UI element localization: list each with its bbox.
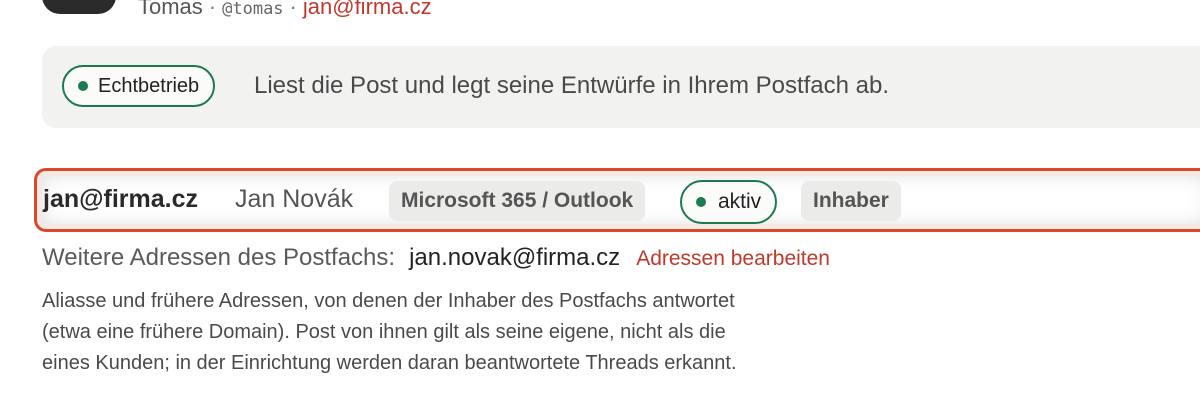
additional-addresses-label: Weitere Adressen des Postfachs:: [42, 244, 396, 271]
provider-chip: Microsoft 365 / Outlook: [389, 181, 646, 221]
mailbox-row[interactable]: jan@firma.cz Jan Novák Microsoft 365 / O…: [34, 168, 1200, 232]
mode-badge-label: Echtbetrieb: [98, 74, 200, 97]
mode-description: Liest die Post und legt seine Entwürfe i…: [254, 72, 890, 99]
edit-addresses-link[interactable]: Adressen bearbeiten: [636, 247, 830, 271]
profile-handle: @tomas: [222, 0, 284, 19]
addresses-help-text: Aliasse und frühere Adressen, von denen …: [42, 290, 737, 374]
mailbox-address: jan@firma.cz: [43, 185, 198, 213]
mode-banner: Echtbetrieb Liest die Post und legt sein…: [42, 46, 1200, 128]
status-badge: aktiv: [680, 180, 778, 224]
status-dot-icon: [78, 81, 88, 91]
profile-name: Tomas: [138, 0, 203, 19]
additional-address-value: jan.novak@firma.cz: [409, 244, 621, 271]
separator: ·: [289, 0, 297, 19]
status-dot-icon: [696, 197, 706, 207]
separator: ·: [208, 0, 217, 19]
additional-addresses: Weitere Adressen des Postfachs: jan.nova…: [42, 244, 830, 272]
profile-line: Tomas · @tomas · jan@firma.cz: [138, 0, 432, 24]
avatar: [42, 0, 116, 14]
profile-email-link[interactable]: jan@firma.cz: [303, 0, 432, 19]
status-label: aktiv: [718, 190, 762, 213]
page: Tomas · @tomas · jan@firma.cz Echtbetrieb Li…: [0, 0, 1200, 400]
role-chip: Inhaber: [801, 181, 901, 221]
mode-badge: Echtbetrieb: [62, 65, 216, 107]
mailbox-owner-name: Jan Novák: [235, 185, 354, 213]
